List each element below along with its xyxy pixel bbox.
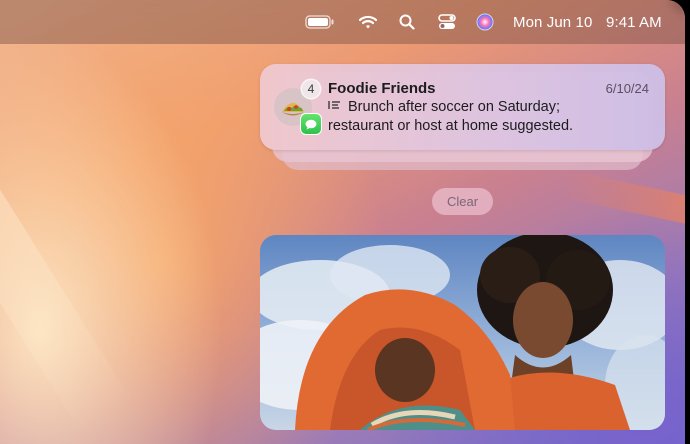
notification-summary-text: Brunch after soccer on Saturday; (348, 99, 560, 115)
desktop-wallpaper: Mon Jun 10 9:41 AM 4 Foodie Friends 6/10… (0, 0, 685, 444)
search-icon[interactable] (399, 0, 415, 44)
group-count-badge: 4 (302, 80, 320, 98)
siri-icon[interactable] (476, 0, 494, 44)
messages-icon (300, 113, 322, 135)
notification-title: Foodie Friends (328, 80, 436, 97)
notification-summary-line2: restaurant or host at home suggested. (328, 118, 574, 134)
photo-widget[interactable] (260, 235, 665, 430)
menu-bar-time[interactable]: 9:41 AM (606, 0, 662, 44)
wifi-icon[interactable] (358, 0, 378, 44)
wallpaper-streak (0, 134, 136, 438)
menu-bar: Mon Jun 10 9:41 AM (0, 0, 685, 44)
summary-icon (328, 99, 342, 115)
clear-button[interactable]: Clear (432, 188, 493, 215)
notification-date: 6/10/24 (605, 81, 649, 96)
menu-bar-date[interactable]: Mon Jun 10 (513, 0, 592, 44)
wallpaper-streak (559, 169, 685, 239)
battery-icon[interactable] (305, 0, 335, 44)
notification-group[interactable]: 4 Foodie Friends 6/10/24 Brunch after so… (260, 64, 665, 170)
notification-summary-line1: Brunch after soccer on Saturday; (328, 99, 560, 115)
notification-card[interactable]: 4 Foodie Friends 6/10/24 Brunch after so… (260, 64, 665, 150)
control-center-icon[interactable] (438, 0, 456, 44)
